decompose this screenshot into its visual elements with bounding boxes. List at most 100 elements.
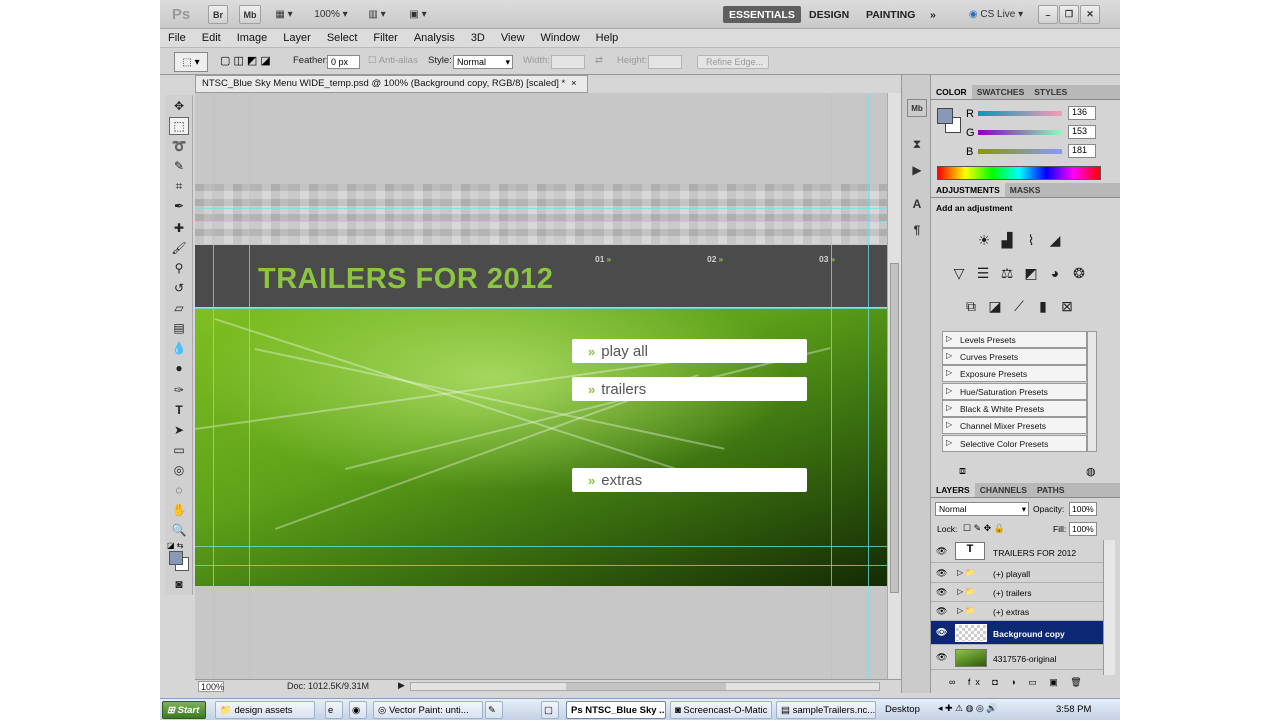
swap-icon[interactable]: ⇄ [595, 55, 603, 66]
channel-g-value[interactable]: 153 [1068, 125, 1096, 139]
channel-mixer-icon[interactable]: ❂ [1069, 263, 1089, 283]
layers-scrollbar[interactable] [1103, 540, 1115, 675]
preset-channel-mixer[interactable]: Channel Mixer Presets [942, 417, 1087, 434]
eye-icon[interactable]: 👁 [936, 652, 947, 663]
channel-b-slider[interactable] [978, 149, 1062, 154]
workspace-painting[interactable]: PAINTING [860, 6, 921, 23]
adjustment-options-icon[interactable]: ◍ [1086, 465, 1096, 478]
play-all-menu-button[interactable]: » play all [572, 339, 807, 363]
tool-preset-picker[interactable]: ⬚ ▾ [174, 52, 208, 72]
scrollbar-thumb[interactable] [890, 263, 899, 593]
arrange-documents-icon[interactable]: ▥ ▾ [363, 5, 391, 24]
dodge-tool-icon[interactable]: ● [169, 359, 189, 377]
color-fg-swatch[interactable] [937, 108, 953, 124]
view-extras-icon[interactable]: ▦ ▾ [270, 5, 298, 24]
black-white-icon[interactable]: ◩ [1021, 263, 1041, 283]
layer-row[interactable]: 👁 ▷ 📁 (+) playall [931, 564, 1103, 583]
character-panel-icon[interactable]: A [907, 195, 927, 213]
horizontal-scrollbar-thumb[interactable] [566, 683, 726, 690]
presets-scrollbar[interactable] [1087, 331, 1097, 452]
color-balance-icon[interactable]: ⚖ [997, 263, 1017, 283]
tab-color[interactable]: COLOR [931, 85, 972, 99]
hand-tool-icon[interactable]: ✋ [169, 501, 189, 519]
preset-exposure[interactable]: Exposure Presets [942, 365, 1087, 382]
3d-orbit-tool-icon[interactable]: ◌ [169, 481, 189, 499]
channel-r-slider[interactable] [978, 111, 1062, 116]
clip-to-layer-icon[interactable]: ⧈ [959, 465, 966, 478]
feather-input[interactable]: 0 px [327, 55, 360, 69]
firefox-quicklaunch-icon[interactable]: ◉ [349, 701, 367, 719]
notepad-quicklaunch-icon[interactable]: ✎ [485, 701, 503, 719]
posterize-icon[interactable]: ◪ [985, 296, 1005, 316]
tab-masks[interactable]: MASKS [1005, 183, 1046, 197]
expand-triangle-icon[interactable]: ▷ 📁 [957, 587, 975, 596]
menu-edit[interactable]: Edit [194, 32, 229, 44]
restore-button[interactable]: ❐ [1059, 5, 1079, 24]
preset-selective-color[interactable]: Selective Color Presets [942, 435, 1087, 452]
vibrance-icon[interactable]: ▽ [949, 263, 969, 283]
bridge-button[interactable]: Br [208, 5, 228, 24]
tab-swatches[interactable]: SWATCHES [972, 85, 1030, 99]
path-selection-tool-icon[interactable]: ➤ [169, 421, 189, 439]
photo-filter-icon[interactable]: ◕ [1045, 263, 1065, 283]
taskbar-item-sample-trailers[interactable]: ▤ sampleTrailers.nc... [776, 701, 876, 719]
selective-color-icon[interactable]: ⊠ [1057, 296, 1077, 316]
antialias-checkbox[interactable]: ☐ Anti-alias [368, 55, 418, 66]
history-panel-icon[interactable]: ⧗ [907, 135, 927, 153]
selection-mode-icons[interactable]: ▢ ◫ ◩ ◪ [220, 54, 271, 67]
hue-saturation-icon[interactable]: ☰ [973, 263, 993, 283]
document-tab[interactable]: NTSC_Blue Sky Menu WIDE_temp.psd @ 100% … [195, 75, 588, 93]
layer-row-selected[interactable]: 👁 Background copy [931, 621, 1103, 645]
menu-layer[interactable]: Layer [275, 32, 319, 44]
tab-channels[interactable]: CHANNELS [975, 483, 1032, 497]
healing-brush-tool-icon[interactable]: ✚ [169, 219, 189, 237]
tab-layers[interactable]: LAYERS [931, 483, 975, 497]
fill-input[interactable]: 100% [1069, 522, 1097, 536]
type-tool-icon[interactable]: T [169, 401, 189, 419]
crop-tool-icon[interactable]: ⌗ [169, 177, 189, 195]
levels-icon[interactable]: ▟ [997, 230, 1017, 250]
style-select[interactable]: Normal ▾ [453, 55, 513, 69]
zoom-tool-icon[interactable]: 🔍 [169, 521, 189, 539]
eraser-tool-icon[interactable]: ▱ [169, 299, 189, 317]
layer-row[interactable]: 👁 ▷ 📁 (+) extras [931, 602, 1103, 621]
minibridge-panel-icon[interactable]: Mb [907, 99, 927, 117]
tab-styles[interactable]: STYLES [1029, 85, 1072, 99]
tab-adjustments[interactable]: ADJUSTMENTS [931, 183, 1005, 197]
tab-paths[interactable]: PATHS [1032, 483, 1070, 497]
canvas[interactable]: TRAILERS FOR 2012 01» 02» 03» » play all … [195, 93, 887, 679]
workspace-design[interactable]: DESIGN [803, 6, 855, 23]
gradient-tool-icon[interactable]: ▤ [169, 319, 189, 337]
paragraph-panel-icon[interactable]: ¶ [907, 221, 927, 239]
pen-tool-icon[interactable]: ✑ [169, 381, 189, 399]
quicklaunch-icon[interactable]: ▢ [541, 701, 559, 719]
preset-black-white[interactable]: Black & White Presets [942, 400, 1087, 417]
preset-hue-saturation[interactable]: Hue/Saturation Presets [942, 383, 1087, 400]
preset-curves[interactable]: Curves Presets [942, 348, 1087, 365]
default-colors-icon[interactable]: ◪ ⇆ [167, 541, 183, 550]
foreground-color-swatch[interactable] [169, 551, 183, 565]
brightness-icon[interactable]: ☀ [974, 230, 994, 250]
invert-icon[interactable]: ⧉ [961, 296, 981, 316]
workspace-essentials[interactable]: ESSENTIALS [723, 6, 801, 23]
close-button[interactable]: ✕ [1080, 5, 1100, 24]
marquee-tool-icon[interactable]: ⬚ [169, 117, 189, 135]
menu-filter[interactable]: Filter [365, 32, 405, 44]
eye-icon[interactable]: 👁 [936, 568, 947, 579]
extras-menu-button[interactable]: » extras [572, 468, 807, 492]
taskbar-item-vector-paint[interactable]: ◎ Vector Paint: unti... [373, 701, 483, 719]
taskbar-item-design-assets[interactable]: 📁 design assets [215, 701, 315, 719]
cs-live-menu[interactable]: ◉ CS Live ▾ [965, 5, 1027, 24]
status-zoom-field[interactable]: 100% [198, 681, 224, 692]
horizontal-scrollbar[interactable] [410, 682, 880, 691]
lasso-tool-icon[interactable]: ➰ [169, 137, 189, 155]
blend-mode-select[interactable]: Normal ▾ [935, 502, 1029, 516]
menu-3d[interactable]: 3D [463, 32, 493, 44]
taskbar-item-photoshop[interactable]: Ps NTSC_Blue Sky ... [566, 701, 666, 719]
channel-b-value[interactable]: 181 [1068, 144, 1096, 158]
brush-tool-icon[interactable]: 🖌 [169, 239, 189, 257]
channel-r-value[interactable]: 136 [1068, 106, 1096, 120]
gradient-map-icon[interactable]: ▮ [1033, 296, 1053, 316]
screen-mode-icon[interactable]: ▣ ▾ [404, 5, 432, 24]
height-input[interactable] [648, 55, 682, 69]
